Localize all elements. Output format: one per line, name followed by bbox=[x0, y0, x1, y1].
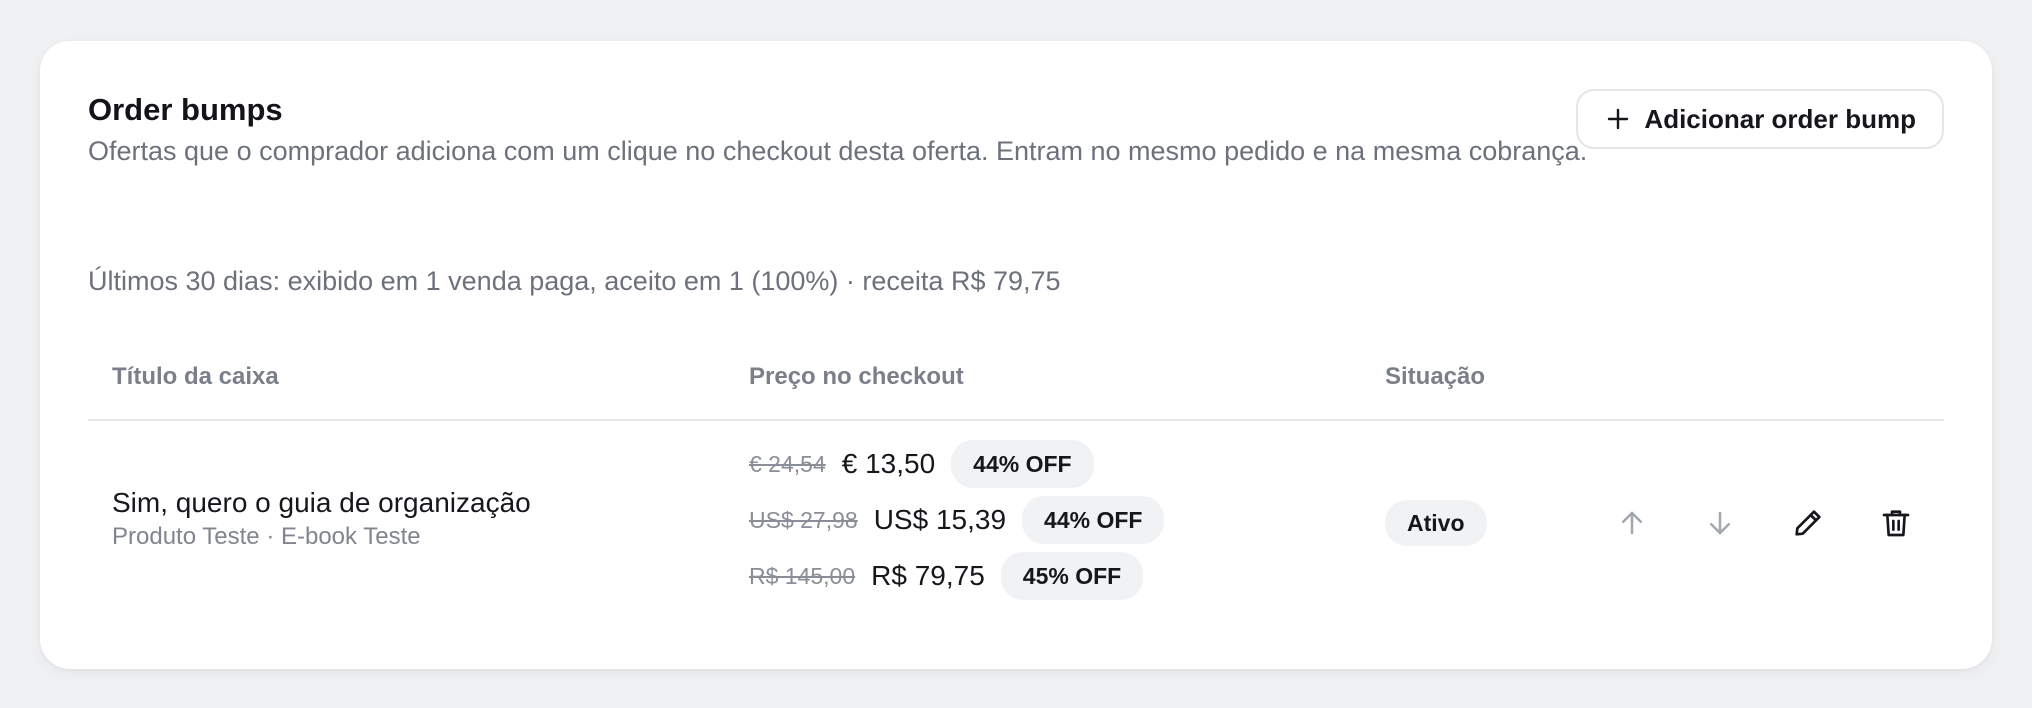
table-header: Título da caixa Preço no checkout Situaç… bbox=[88, 355, 1944, 421]
plus-icon bbox=[1606, 107, 1630, 131]
add-order-bump-label: Adicionar order bump bbox=[1644, 103, 1916, 134]
price-cell: € 24,54 € 13,50 44% OFF US$ 27,98 US$ 15… bbox=[749, 439, 1165, 607]
section-header: Order bumps Ofertas que o comprador adic… bbox=[88, 91, 1608, 171]
original-price: US$ 27,98 bbox=[749, 506, 858, 533]
discount-badge: 45% OFF bbox=[1000, 552, 1144, 600]
column-header-price: Preço no checkout bbox=[749, 363, 964, 390]
trash-icon bbox=[1882, 510, 1910, 537]
checkout-price: € 13,50 bbox=[841, 448, 936, 479]
order-bumps-card: Order bumps Ofertas que o comprador adic… bbox=[40, 41, 1992, 669]
section-description: Ofertas que o comprador adiciona com um … bbox=[88, 136, 1588, 166]
discount-badge: 44% OFF bbox=[951, 440, 1094, 488]
pencil-icon bbox=[1795, 510, 1821, 536]
discount-badge: 44% OFF bbox=[1022, 496, 1165, 544]
price-line-usd: US$ 27,98 US$ 15,39 44% OFF bbox=[749, 495, 1165, 545]
add-order-bump-button[interactable]: Adicionar order bump bbox=[1576, 89, 1944, 149]
bump-product: Produto Teste · E-book Teste bbox=[112, 523, 421, 550]
status-badge: Ativo bbox=[1385, 500, 1487, 546]
arrow-up-icon bbox=[1622, 511, 1642, 535]
stats-summary: Últimos 30 dias: exibido em 1 venda paga… bbox=[88, 266, 1061, 296]
move-down-button[interactable] bbox=[1676, 497, 1764, 549]
bump-title-cell: Sim, quero o guia de organização Produto… bbox=[112, 485, 531, 553]
column-header-title: Título da caixa bbox=[112, 363, 279, 390]
column-header-status: Situação bbox=[1385, 363, 1486, 390]
section-title: Order bumps bbox=[88, 92, 283, 127]
price-line-brl: R$ 145,00 R$ 79,75 45% OFF bbox=[749, 551, 1164, 601]
table-row: Sim, quero o guia de organização Produto… bbox=[88, 421, 1944, 611]
original-price: € 24,54 bbox=[749, 450, 826, 477]
price-line-eur: € 24,54 € 13,50 44% OFF bbox=[749, 439, 1164, 489]
row-actions bbox=[1588, 497, 1940, 549]
arrow-down-icon bbox=[1710, 511, 1730, 535]
move-up-button[interactable] bbox=[1588, 497, 1676, 549]
checkout-price: R$ 79,75 bbox=[871, 560, 985, 591]
checkout-price: US$ 15,39 bbox=[873, 504, 1007, 535]
bump-title: Sim, quero o guia de organização bbox=[112, 487, 531, 518]
delete-button[interactable] bbox=[1852, 497, 1940, 549]
original-price: R$ 145,00 bbox=[749, 562, 856, 589]
edit-button[interactable] bbox=[1764, 497, 1852, 549]
